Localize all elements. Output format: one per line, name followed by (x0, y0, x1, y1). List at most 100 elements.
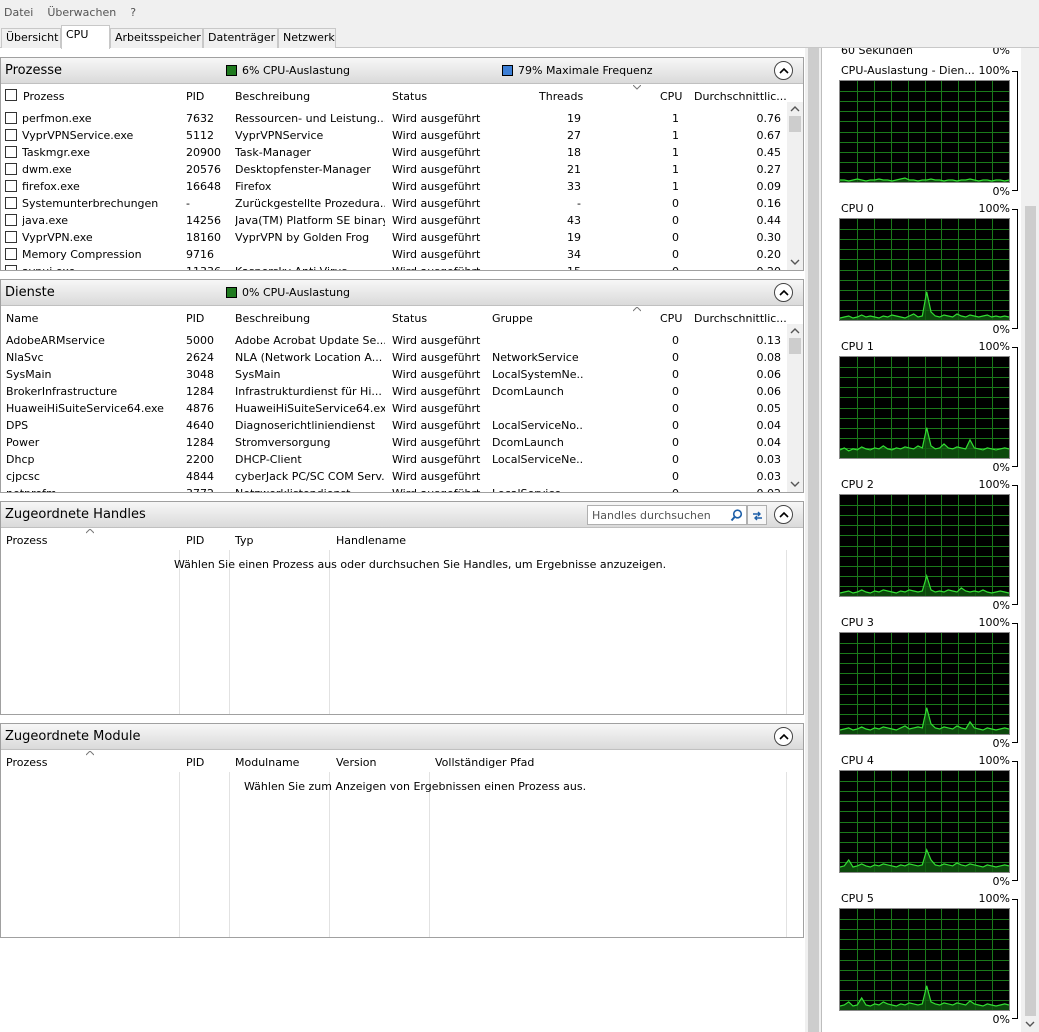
table-row[interactable]: VyprVPNService.exe 5112 VyprVPNService Wird… (1, 127, 787, 144)
row-checkbox[interactable] (5, 265, 17, 270)
scroll-up-icon[interactable] (790, 327, 800, 335)
tab-netzwerk[interactable]: Netzwerk (278, 28, 336, 48)
graphs-scroll-thumb[interactable] (1025, 206, 1036, 1016)
table-cell: Wird ausgeführt (392, 163, 481, 176)
col-beschreibung[interactable]: Beschreibung (235, 90, 310, 103)
table-row[interactable]: firefox.exe 16648 Firefox Wird ausgeführt 33… (1, 178, 787, 195)
handles-search-input[interactable]: Handles durchsuchen (587, 505, 747, 525)
col-typ[interactable]: Typ (235, 534, 254, 547)
processes-header[interactable]: Prozesse 6% CPU-Auslastung 79% Maximale … (1, 58, 803, 84)
col-pid[interactable]: PID (186, 534, 204, 547)
col-status[interactable]: Status (392, 90, 427, 103)
row-checkbox[interactable] (5, 180, 17, 192)
table-row[interactable]: java.exe 14256 Java(TM) Platform SE binary… (1, 212, 787, 229)
services-scroll-thumb[interactable] (789, 338, 801, 354)
handles-refresh-button[interactable] (747, 505, 767, 525)
modules-header[interactable]: Zugeordnete Module (1, 724, 803, 750)
table-cell: 0 (591, 265, 679, 270)
col-modulname[interactable]: Modulname (235, 756, 299, 769)
col-threads[interactable]: Threads (539, 90, 583, 103)
table-row[interactable]: Systemunterbrechungen - Zurückgestellte Pr… (1, 195, 787, 212)
select-all-processes-checkbox[interactable] (5, 89, 17, 101)
row-checkbox[interactable] (5, 214, 17, 226)
handles-collapse-button[interactable] (774, 505, 793, 524)
table-row[interactable]: cjpcsc 4844 cyberJack PC/SC COM Serv... Wir… (1, 468, 787, 485)
menu-datei[interactable]: Datei (4, 6, 33, 19)
row-checkbox[interactable] (5, 231, 17, 243)
table-row[interactable]: Power 1284 Stromversorgung Wird ausgeführt D… (1, 434, 787, 451)
table-row[interactable]: AdobeARMservice 5000 Adobe Acrobat Update … (1, 332, 787, 349)
col-pid[interactable]: PID (186, 312, 204, 325)
table-cell: Wird ausgeführt (392, 334, 481, 347)
scroll-down-icon[interactable] (790, 258, 800, 266)
col-gruppe[interactable]: Gruppe (492, 312, 533, 325)
table-row[interactable]: NlaSvc 2624 NLA (Network Location A... Wird… (1, 349, 787, 366)
handles-header[interactable]: Zugeordnete Handles Handles durchsuchen (1, 502, 803, 528)
tab-arbeitsspeicher[interactable]: Arbeitsspeicher (110, 28, 203, 48)
table-cell: avpui.exe (22, 265, 182, 270)
table-row[interactable]: dwm.exe 20576 Desktopfenster-Manager Wird a… (1, 161, 787, 178)
table-row[interactable]: HuaweiHiSuiteService64.exe 4876 HuaweiHiSu… (1, 400, 787, 417)
col-pid[interactable]: PID (186, 756, 204, 769)
cpu-graph (839, 80, 1010, 183)
table-cell: - (186, 197, 190, 210)
col-status[interactable]: Status (392, 312, 427, 325)
table-row[interactable]: DPS 4640 Diagnoserichtliniendienst Wird aus… (1, 417, 787, 434)
frequency-swatch-icon (502, 65, 513, 76)
row-checkbox[interactable] (5, 248, 17, 260)
splitter-thumb[interactable] (808, 48, 819, 1032)
services-scrollbar[interactable] (787, 324, 803, 492)
table-row[interactable]: Dhcp 2200 DHCP-Client Wird ausgeführt LocalS… (1, 451, 787, 468)
table-row[interactable]: BrokerInfrastructure 1284 Infrastrukturdie… (1, 383, 787, 400)
col-cpu[interactable]: CPU (660, 312, 682, 325)
processes-scroll-thumb[interactable] (789, 116, 801, 132)
col-durchschnitt[interactable]: Durchschnittlic... (694, 90, 787, 103)
col-version[interactable]: Version (336, 756, 376, 769)
scroll-down-icon[interactable] (1025, 1020, 1035, 1028)
col-pid[interactable]: PID (186, 90, 204, 103)
col-prozess[interactable]: Prozess (6, 534, 47, 547)
table-row[interactable]: Memory Compression 9716 Wird ausgeführt 34 0… (1, 246, 787, 263)
tab-datentraeger[interactable]: Datenträger (203, 28, 278, 48)
table-cell: 9716 (186, 248, 214, 261)
cpu-graph-plot (840, 495, 1009, 596)
modules-collapse-button[interactable] (774, 727, 793, 746)
col-cpu[interactable]: CPU (660, 90, 682, 103)
tab-uebersicht[interactable]: Übersicht (1, 28, 61, 48)
processes-collapse-button[interactable] (774, 61, 793, 80)
scroll-down-icon[interactable] (790, 480, 800, 488)
col-prozess[interactable]: Prozess (23, 90, 64, 103)
menu-ueberwachen[interactable]: Überwachen (47, 6, 116, 19)
table-row[interactable]: avpui.exe 11336 Kaspersky Anti-Virus Wird a… (1, 263, 787, 270)
col-vollstaendiger-pfad[interactable]: Vollständiger Pfad (435, 756, 534, 769)
tab-cpu[interactable]: CPU (61, 25, 110, 49)
row-checkbox[interactable] (5, 129, 17, 141)
col-durchschnitt[interactable]: Durchschnittlic... (694, 312, 787, 325)
cpu-graph-max-label: 100% (978, 340, 1010, 353)
cpu-graph-plot (840, 219, 1009, 320)
table-row[interactable]: netprofm 3772 Netzwerklistendienst Wird aus… (1, 485, 787, 492)
scroll-up-icon[interactable] (790, 105, 800, 113)
processes-scrollbar[interactable] (787, 102, 803, 270)
col-prozess[interactable]: Prozess (6, 756, 47, 769)
graphs-scrollbar[interactable] (1021, 48, 1039, 1032)
graph-pane-splitter[interactable] (805, 48, 822, 1032)
table-row[interactable]: SysMain 3048 SysMain Wird ausgeführt LocalSy… (1, 366, 787, 383)
col-beschreibung[interactable]: Beschreibung (235, 312, 310, 325)
sort-up-icon (633, 307, 641, 312)
column-divider (229, 772, 230, 937)
services-collapse-button[interactable] (774, 283, 793, 302)
table-row[interactable]: VyprVPN.exe 18160 VyprVPN by Golden Frog Wi… (1, 229, 787, 246)
table-row[interactable]: perfmon.exe 7632 Ressourcen- und Leistung.… (1, 110, 787, 127)
col-handlename[interactable]: Handlename (336, 534, 406, 547)
modules-title: Zugeordnete Module (5, 729, 141, 744)
services-header[interactable]: Dienste 0% CPU-Auslastung (1, 280, 803, 306)
row-checkbox[interactable] (5, 163, 17, 175)
handles-search-button[interactable] (726, 505, 746, 525)
table-row[interactable]: Taskmgr.exe 20900 Task-Manager Wird ausgefü… (1, 144, 787, 161)
row-checkbox[interactable] (5, 146, 17, 158)
menu-help[interactable]: ? (130, 6, 136, 19)
row-checkbox[interactable] (5, 112, 17, 124)
col-name[interactable]: Name (6, 312, 38, 325)
row-checkbox[interactable] (5, 197, 17, 209)
